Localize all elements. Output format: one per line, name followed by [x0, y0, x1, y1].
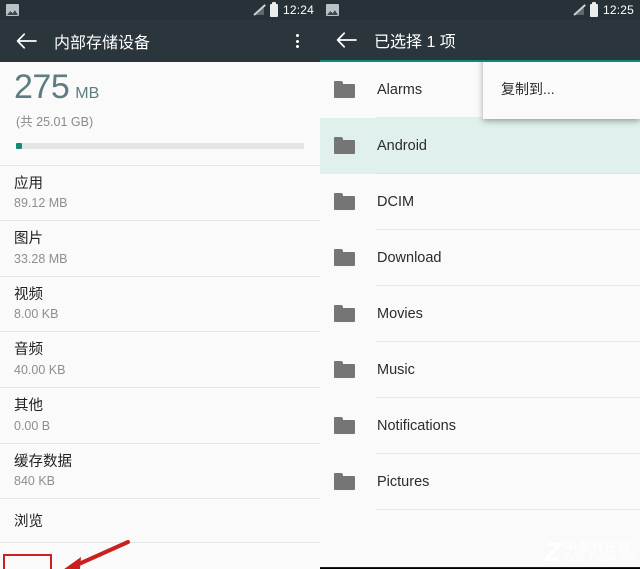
category-size: 840 KB [14, 474, 56, 489]
exit-selection-button[interactable] [328, 22, 364, 58]
screenshot-icon [6, 4, 19, 16]
arrow-back-icon [336, 32, 357, 48]
selection-count-title: 已选择 1 项 [374, 34, 456, 51]
folder-row-music[interactable]: Music [320, 342, 640, 398]
category-size: 89.12 MB [14, 196, 68, 211]
storage-progress-fill [16, 142, 22, 149]
folder-row-movies[interactable]: Movies [320, 286, 640, 342]
page-title: 内部存储设备 [54, 35, 151, 52]
battery-icon [269, 1, 278, 17]
arrow-back-icon [16, 33, 37, 49]
browse-button[interactable]: 浏览 [0, 498, 320, 544]
right-status-system-icons: 12:25 [572, 1, 634, 17]
storage-used-line: 275 MB [14, 68, 306, 106]
folder-icon [334, 137, 356, 155]
screenshot-root: 12:24 内部存储设备 275 MB (共 25.01 GB) 应用 89.1… [0, 0, 640, 569]
folder-icon [334, 249, 356, 267]
right-phone-screen: 12:25 已选择 1 项 Alarms Android DCIM Downlo… [320, 0, 640, 569]
left-status-time: 12:24 [282, 3, 314, 17]
folder-name: Alarms [377, 82, 423, 98]
storage-category-row[interactable]: 其他 0.00 B [0, 386, 320, 443]
category-name: 缓存数据 [14, 453, 72, 470]
left-status-notification-icons [6, 4, 253, 16]
folder-icon [334, 473, 356, 491]
storage-category-row[interactable]: 视频 8.00 KB [0, 275, 320, 332]
folder-icon [334, 361, 356, 379]
storage-used-unit: MB [75, 85, 100, 102]
category-name: 视频 [14, 286, 43, 303]
folder-name: Notifications [377, 418, 456, 434]
screenshot-icon [326, 4, 339, 16]
overflow-dot [295, 39, 299, 43]
category-name: 图片 [14, 231, 43, 248]
right-toolbar: 已选择 1 项 [320, 20, 640, 62]
right-status-time: 12:25 [602, 3, 634, 17]
folder-icon [334, 193, 356, 211]
folder-row-download[interactable]: Download [320, 230, 640, 286]
left-toolbar: 内部存储设备 [0, 20, 320, 62]
folder-icon [334, 81, 356, 99]
folder-name: Android [377, 138, 427, 154]
left-status-bar: 12:24 [0, 0, 320, 20]
back-button[interactable] [8, 23, 44, 59]
overflow-dot [295, 34, 299, 37]
folder-row-notifications[interactable]: Notifications [320, 398, 640, 454]
category-size: 8.00 KB [14, 307, 59, 322]
overflow-menu-icon[interactable] [282, 23, 312, 59]
signal-off-icon [252, 4, 265, 16]
right-status-bar: 12:25 [320, 0, 640, 20]
storage-progress-bar [16, 142, 304, 149]
overflow-popup-menu[interactable]: 全选 复制到... [483, 62, 640, 119]
category-size: 33.28 MB [14, 251, 68, 266]
storage-category-row[interactable]: 应用 89.12 MB [0, 164, 320, 221]
folder-name: Download [377, 250, 442, 266]
folder-icon [334, 417, 356, 435]
left-status-system-icons: 12:24 [252, 1, 314, 17]
folder-name: Pictures [377, 474, 430, 490]
signal-off-icon [572, 4, 585, 16]
folder-row-pictures[interactable]: Pictures [320, 454, 640, 510]
folder-row-android[interactable]: Android [320, 118, 640, 174]
folder-name: Music [377, 362, 415, 378]
folder-icon [334, 305, 356, 323]
left-phone-screen: 12:24 内部存储设备 275 MB (共 25.01 GB) 应用 89.1… [0, 0, 320, 569]
storage-category-row[interactable]: 音频 40.00 KB [0, 331, 320, 387]
storage-total-text: (共 25.01 GB) [16, 114, 94, 129]
menu-item-copy-to[interactable]: 复制到... [483, 68, 640, 111]
category-name: 其他 [14, 397, 43, 414]
storage-used-value: 275 [14, 68, 70, 106]
storage-category-row[interactable]: 缓存数据 840 KB [0, 442, 320, 499]
storage-category-list: 应用 89.12 MB 图片 33.28 MB 视频 8.00 KB 音频 40… [0, 164, 320, 544]
folder-row-dcim[interactable]: DCIM [320, 174, 640, 230]
folder-name: DCIM [377, 194, 415, 210]
storage-category-row[interactable]: 图片 33.28 MB [0, 220, 320, 276]
right-status-notification-icons [326, 4, 573, 16]
category-name: 音频 [14, 342, 43, 359]
storage-summary: 275 MB (共 25.01 GB) [0, 62, 320, 149]
folder-browser-content: Alarms Android DCIM Download Movies Musi… [320, 62, 640, 567]
category-name: 应用 [14, 175, 43, 192]
annotation-highlight-box [3, 554, 52, 569]
storage-content: 275 MB (共 25.01 GB) 应用 89.12 MB 图片 33.28… [0, 62, 320, 569]
overflow-dot [295, 45, 299, 48]
battery-icon [589, 1, 598, 17]
category-size: 40.00 KB [14, 362, 66, 377]
folder-name: Movies [377, 306, 423, 322]
category-size: 0.00 B [14, 418, 51, 433]
